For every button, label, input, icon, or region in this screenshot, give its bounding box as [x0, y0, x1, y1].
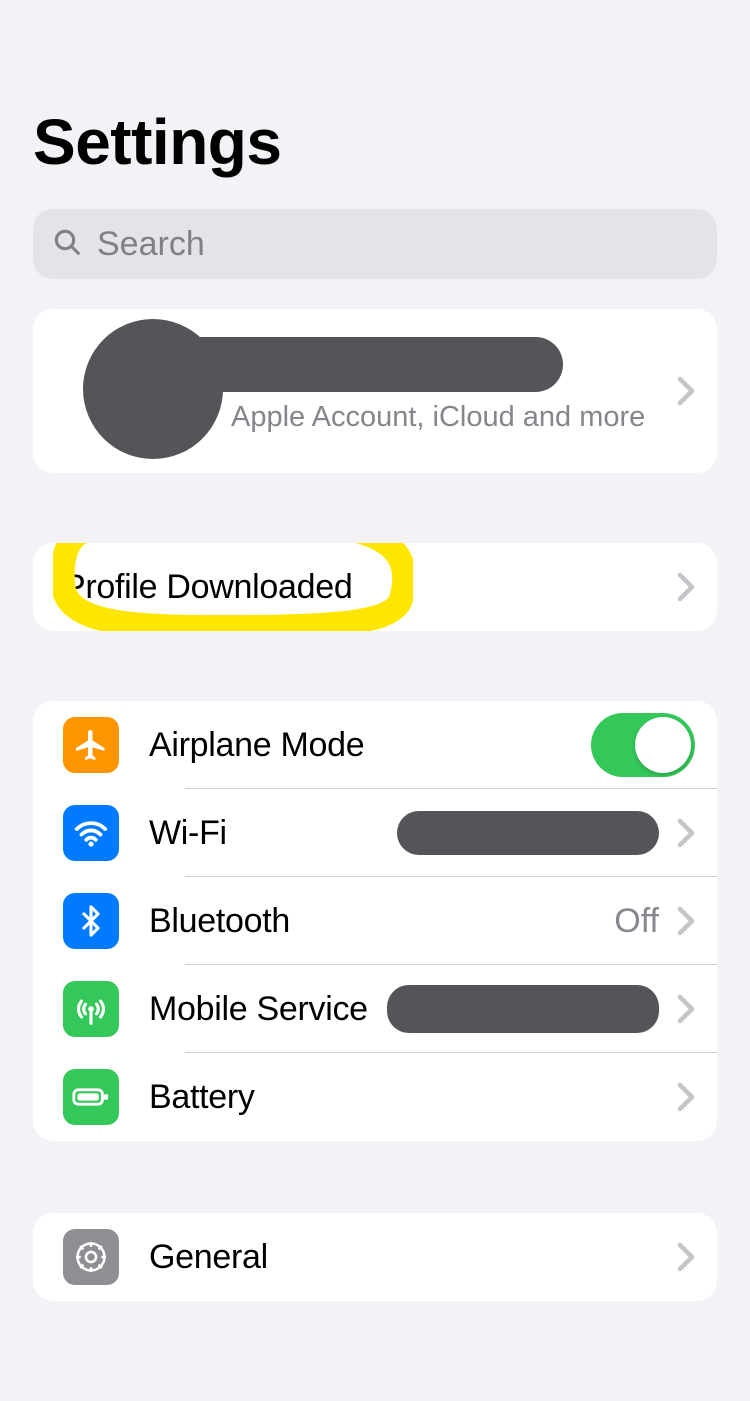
- mobile-service-label: Mobile Service: [149, 990, 368, 1029]
- chevron-right-icon: [677, 818, 695, 848]
- battery-icon: [63, 1069, 119, 1125]
- wifi-value-redacted: [397, 811, 659, 855]
- search-icon: [51, 226, 83, 263]
- profile-downloaded-group: Profile Downloaded: [33, 543, 717, 631]
- airplane-mode-row[interactable]: Airplane Mode: [33, 701, 717, 789]
- search-field[interactable]: [33, 209, 717, 279]
- mobile-service-row[interactable]: Mobile Service: [33, 965, 717, 1053]
- page-title: Settings: [33, 105, 717, 179]
- chevron-right-icon: [677, 994, 695, 1024]
- chevron-right-icon: [677, 572, 695, 602]
- wifi-row[interactable]: Wi-Fi: [33, 789, 717, 877]
- chevron-right-icon: [677, 1082, 695, 1112]
- toggle-knob: [635, 717, 691, 773]
- profile-downloaded-label: Profile Downloaded: [63, 568, 352, 607]
- account-name-redacted: [173, 337, 563, 392]
- battery-row[interactable]: Battery: [33, 1053, 717, 1141]
- chevron-right-icon: [677, 376, 695, 406]
- airplane-mode-toggle[interactable]: [591, 713, 695, 777]
- gear-icon: [63, 1229, 119, 1285]
- bluetooth-value: Off: [614, 902, 659, 941]
- bluetooth-label: Bluetooth: [149, 902, 290, 941]
- account-subtext: Apple Account, iCloud and more: [231, 401, 645, 434]
- wifi-label: Wi-Fi: [149, 814, 227, 853]
- general-label: General: [149, 1238, 268, 1277]
- bluetooth-icon: [63, 893, 119, 949]
- airplane-icon: [63, 717, 119, 773]
- avatar-redacted: [83, 319, 223, 459]
- connectivity-group: Airplane Mode Wi-Fi: [33, 701, 717, 1141]
- chevron-right-icon: [677, 1242, 695, 1272]
- account-group: Apple Account, iCloud and more: [33, 309, 717, 473]
- account-row[interactable]: Apple Account, iCloud and more: [33, 309, 717, 473]
- cellular-icon: [63, 981, 119, 1037]
- search-input[interactable]: [97, 225, 699, 264]
- battery-label: Battery: [149, 1078, 255, 1117]
- chevron-right-icon: [677, 906, 695, 936]
- general-row[interactable]: General: [33, 1213, 717, 1301]
- wifi-icon: [63, 805, 119, 861]
- system-group: General: [33, 1213, 717, 1301]
- bluetooth-row[interactable]: Bluetooth Off: [33, 877, 717, 965]
- profile-downloaded-row[interactable]: Profile Downloaded: [33, 543, 717, 631]
- mobile-value-redacted: [387, 985, 659, 1033]
- airplane-mode-label: Airplane Mode: [149, 726, 364, 765]
